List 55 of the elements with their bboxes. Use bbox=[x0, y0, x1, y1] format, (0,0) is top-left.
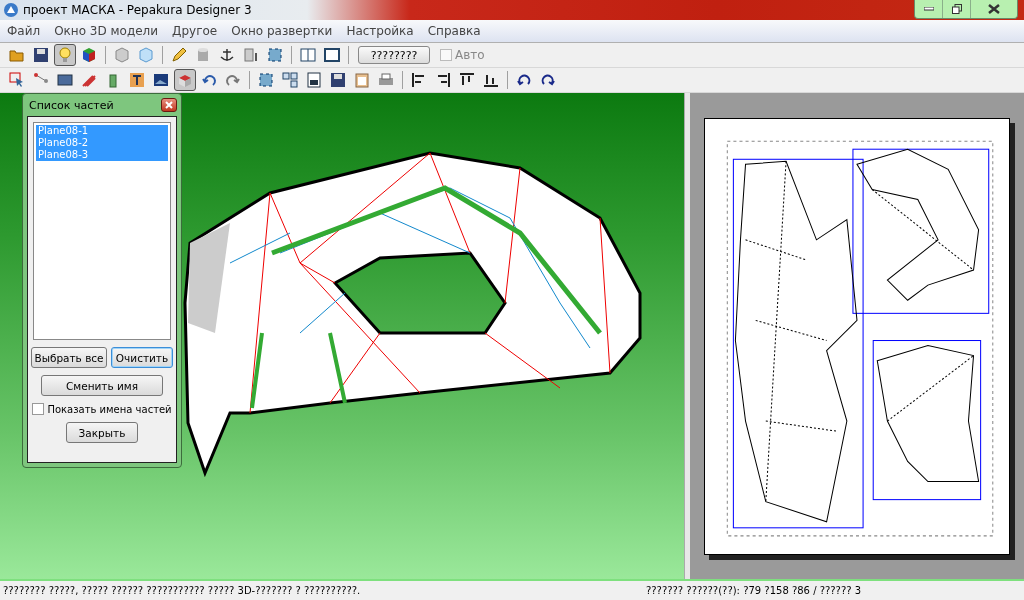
letter-icon bbox=[129, 72, 145, 88]
align-left-icon bbox=[411, 72, 427, 88]
split-window-icon bbox=[300, 47, 316, 63]
menu-item[interactable]: Окно 3D модели bbox=[47, 24, 166, 38]
dialog-button[interactable]: Очистить bbox=[111, 347, 173, 368]
cube-icon bbox=[114, 47, 130, 63]
redo-icon bbox=[225, 72, 241, 88]
lightbulb-icon bbox=[57, 47, 73, 63]
anchor-icon bbox=[219, 47, 235, 63]
align-top-icon bbox=[459, 72, 475, 88]
close-icon bbox=[165, 101, 173, 109]
dialog-title: Список частей bbox=[29, 98, 114, 112]
cube-icon bbox=[138, 47, 154, 63]
align-bottom-icon bbox=[483, 72, 499, 88]
rotate-right-icon bbox=[540, 72, 556, 88]
image-icon bbox=[153, 72, 169, 88]
box-icon bbox=[177, 72, 193, 88]
rename-button[interactable]: Сменить имя bbox=[41, 375, 163, 396]
film-icon bbox=[57, 72, 73, 88]
grid-icon bbox=[282, 72, 298, 88]
window-icon bbox=[324, 47, 340, 63]
rotate-left-icon bbox=[516, 72, 532, 88]
folder-icon bbox=[9, 47, 25, 63]
cylinder-icon bbox=[195, 47, 211, 63]
menu-item[interactable]: Другое bbox=[165, 24, 225, 38]
menu-item[interactable]: Справка bbox=[420, 24, 488, 38]
crayons-icon bbox=[81, 72, 97, 88]
menu-item[interactable]: Окно развертки bbox=[224, 24, 340, 38]
printer-icon bbox=[378, 72, 394, 88]
dialog-button[interactable]: Выбрать все bbox=[31, 347, 107, 368]
app-logo-icon bbox=[3, 2, 19, 18]
frame-icon bbox=[267, 47, 283, 63]
page-icon bbox=[306, 72, 322, 88]
minimize-icon bbox=[923, 7, 934, 11]
menu-item[interactable]: Настройка bbox=[339, 24, 421, 38]
restore-icon bbox=[951, 4, 962, 14]
status-text: ??????? ??????(??): ?79 ?158 ?86 / ?????? 3 bbox=[645, 585, 862, 596]
window-title: проект МАСКА - Pepakura Designer 3 bbox=[23, 3, 252, 17]
clipboard-icon bbox=[354, 72, 370, 88]
undo-icon bbox=[201, 72, 217, 88]
status-text: ???????? ?????, ????? ?????? ??????????? ????? 3D-??????? ? ??????????. bbox=[2, 585, 362, 596]
close-dialog-button[interactable]: Закрыть bbox=[66, 422, 138, 443]
checkbox[interactable] bbox=[32, 403, 45, 415]
checkbox-label: Показать имена частей bbox=[47, 403, 172, 415]
pointer-icon bbox=[9, 72, 25, 88]
close-button[interactable] bbox=[161, 98, 177, 112]
pencil-icon bbox=[171, 47, 187, 63]
menu-item[interactable]: Файл bbox=[0, 24, 48, 38]
checkbox-label: Авто bbox=[455, 48, 485, 62]
page-icon bbox=[243, 47, 259, 63]
toolbar-text-button[interactable]: ???????? bbox=[358, 46, 430, 64]
close-icon bbox=[988, 4, 1000, 14]
align-right-icon bbox=[435, 72, 451, 88]
cube-icon bbox=[81, 47, 97, 63]
frame-icon bbox=[258, 72, 274, 88]
